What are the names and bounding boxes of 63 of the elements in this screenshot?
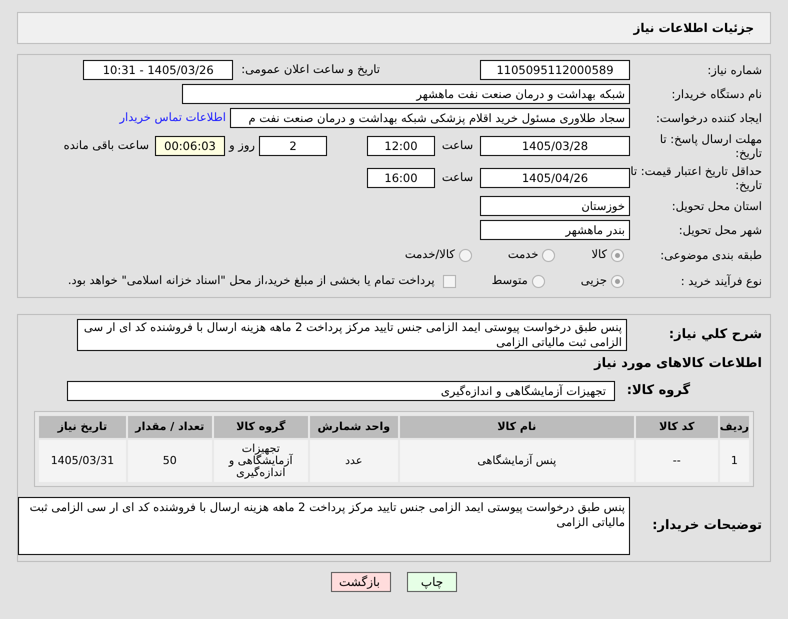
field-label: ساعت (442, 170, 474, 184)
column-header: گروه کالا (214, 416, 308, 438)
field-label: شهر محل تحویل: (678, 223, 763, 237)
print-button[interactable]: چاپ (407, 572, 457, 592)
field-label: گروه کالا: (626, 381, 690, 400)
radio-button[interactable] (611, 248, 624, 262)
field-label: ساعت (442, 138, 474, 152)
field-label: استان محل تحویل: (670, 199, 763, 213)
radio-label: خدمت (508, 246, 538, 264)
days-field: 2 (259, 136, 327, 156)
back-button[interactable]: بازگشت (331, 572, 391, 592)
column-header: ردیف (720, 416, 749, 438)
table-cell: پنس آزمایشگاهی (400, 440, 634, 482)
city-field: بندر ماهشهر (480, 220, 630, 240)
validity-time-field: 16:00 (367, 168, 435, 188)
validity-date-field: 1405/04/26 (480, 168, 630, 188)
table-cell: -- (636, 440, 718, 482)
checkbox[interactable] (442, 274, 456, 288)
description-field[interactable]: پنس طبق درخواست پیوستی ایمد الزامی جنس تایید مرکز پرداخت 2 ماهه هزینه ارسال با فروشنده کد ای ار سی الزامی ثبت مالیاتی الزامی (77, 319, 627, 351)
announce-date-field: 1405/03/26 - 10:31 (83, 60, 234, 80)
requester-field: سجاد طلاوری مسئول خرید اقلام پزشکی شبکه بهداشت و درمان صنعت نفت م (230, 108, 630, 128)
radio-label: جزیی (580, 272, 607, 290)
column-header: نام کالا (400, 416, 634, 438)
goods-group-field: تجهیزات آزمایشگاهی و اندازه‌گیری (67, 381, 615, 401)
field-label: مهلت ارسال پاسخ: تا تاریخ: (658, 132, 763, 160)
buyer-org-field: شبکه بهداشت و درمان صنعت نفت ماهشهر (182, 84, 630, 104)
radio-button[interactable] (458, 248, 472, 262)
radio-button[interactable] (611, 274, 624, 288)
section-heading: اطلاعات کالاهای مورد نیاز (594, 355, 763, 374)
table-cell: 1 (720, 440, 749, 482)
need-number-field: 1105095112000589 (480, 60, 630, 80)
buyer-contact-link[interactable]: اطلاعات تماس خریدار (119, 109, 226, 127)
checkbox-label: پرداخت تمام یا بخشی از مبلغ خرید،از محل "اسناد خزانه اسلامی" خواهد بود. (68, 272, 435, 290)
radio-label: متوسط (492, 272, 528, 290)
table-cell: 1405/03/31 (39, 440, 126, 482)
province-field: خوزستان (480, 196, 630, 216)
page-title: جزئیات اطلاعات نیاز (633, 20, 754, 37)
radio-label: کالا (591, 246, 607, 264)
field-label: ایجاد کننده درخواست: (655, 111, 763, 125)
field-label: توضیحات خریدار: (651, 519, 763, 533)
remaining-time-field: 00:06:03 (155, 136, 225, 156)
deadline-date-field: 1405/03/28 (480, 136, 630, 156)
radio-button[interactable] (542, 248, 556, 262)
column-header: کد کالا (636, 416, 718, 438)
column-header: واحد شمارش (310, 416, 398, 438)
table-cell: تجهیزات آزمایشگاهی و اندازه‌گیری (214, 440, 308, 482)
field-label: طبقه بندی موضوعی: (659, 248, 763, 262)
field-label: نام دستگاه خریدار: (670, 87, 763, 101)
field-label: روز و (229, 138, 255, 152)
buyer-notes-field[interactable]: پنس طبق درخواست پیوستی ایمد الزامی جنس تایید مرکز پرداخت 2 ماهه هزینه ارسال با فروشنده کد ای ار سی الزامی ثبت مالیاتی الزامی (18, 497, 630, 555)
field-label: ساعت باقی مانده (64, 137, 149, 154)
field-label: نوع فرآیند خرید : (680, 274, 763, 288)
column-header: تاریخ نیاز (39, 416, 126, 438)
deadline-time-field: 12:00 (367, 136, 435, 156)
table-cell: عدد (310, 440, 398, 482)
field-label: شماره نیاز: (706, 63, 763, 77)
field-label: تاریخ و ساعت اعلان عمومی: (241, 61, 380, 78)
radio-button[interactable] (532, 274, 545, 288)
table-cell: 50 (128, 440, 212, 482)
field-label: حداقل تاریخ اعتبار قیمت: تا تاریخ: (630, 164, 763, 192)
field-label: شرح كلي نياز: (668, 328, 763, 342)
radio-label: کالا/خدمت (404, 246, 455, 264)
column-header: تعداد / مقدار (128, 416, 212, 438)
